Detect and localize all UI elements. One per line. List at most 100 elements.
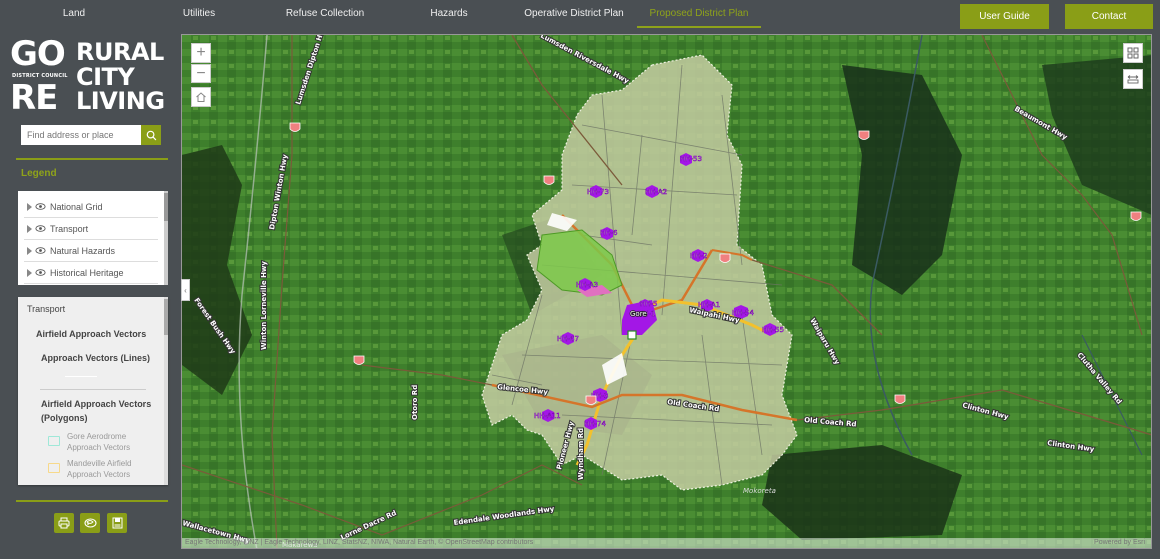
legend-item-label: Gore Aerodrome <box>67 432 127 441</box>
tools-divider <box>16 500 168 502</box>
nav-tab-land[interactable]: Land <box>40 0 108 28</box>
bookmark-icon <box>112 517 122 529</box>
grid-icon <box>1127 47 1139 59</box>
zoom-out-button[interactable]: − <box>191 64 211 83</box>
search-input[interactable] <box>21 125 141 145</box>
eye-icon[interactable] <box>35 203 46 210</box>
collapse-sidebar-button[interactable]: ‹ <box>181 279 190 301</box>
gore-aerodrome-swatch <box>48 436 60 446</box>
hh-label: HH-73 <box>587 188 609 196</box>
highway-shield-icon[interactable] <box>543 175 555 185</box>
print-button[interactable] <box>54 513 74 533</box>
attribution-text: Eagle Technology, LINZ | Eagle Technolog… <box>185 539 534 546</box>
road-label: Wyndham Rd <box>577 428 585 480</box>
user-guide-button[interactable]: User Guide <box>960 4 1049 29</box>
layer-list-scroll-thumb[interactable] <box>164 193 168 221</box>
legend-divider <box>16 158 168 160</box>
layer-label: Natural Hazards <box>50 245 116 256</box>
legend-lines-title: Approach Vectors (Lines) <box>41 353 151 363</box>
highway-shield-icon[interactable] <box>858 130 870 140</box>
nav-tab-hazards[interactable]: Hazards <box>415 0 483 28</box>
expand-icon[interactable] <box>27 268 32 277</box>
legend-group-transport: Transport <box>27 304 66 314</box>
layer-item-transport[interactable]: Transport <box>24 218 158 240</box>
home-icon <box>196 92 206 102</box>
layer-item-natural-hazards[interactable]: Natural Hazards <box>24 240 158 262</box>
zoom-in-button[interactable]: + <box>191 43 211 63</box>
nav-tab-refuse-collection[interactable]: Refuse Collection <box>280 0 370 28</box>
highway-shield-icon[interactable] <box>719 253 731 263</box>
basemap-button[interactable] <box>80 513 100 533</box>
hh-label: HH-55 <box>762 326 784 334</box>
legend-item-label: Approach Vectors <box>67 470 131 479</box>
legend-polygons-title-line2: (Polygons) <box>41 413 88 423</box>
nav-tab-operative-district-plan[interactable]: Operative District Plan <box>522 0 626 28</box>
legend-item-gore-aerodrome: Gore Aerodrome Approach Vectors <box>67 431 130 453</box>
powered-by-esri[interactable]: Powered by Esri <box>1094 538 1145 548</box>
map-view[interactable]: HH-53 HH-73 HH-A2 HH-6 HH-2 HH-A3 HH-5 H… <box>181 34 1152 549</box>
expand-icon[interactable] <box>27 202 32 211</box>
legend-polygons-title-line1: Airfield Approach Vectors <box>41 399 152 409</box>
hh-label: HH-A2 <box>645 188 667 196</box>
search-button[interactable] <box>141 125 161 145</box>
highway-shield-icon[interactable] <box>353 355 365 365</box>
legend-polygons-title: Airfield Approach Vectors (Polygons) <box>41 398 151 425</box>
hh-label: HH-6 <box>600 229 618 237</box>
legend-item-label: Mandeville Airfield <box>67 459 132 468</box>
place-label-gore: Gore <box>630 310 647 318</box>
logo-re: RE <box>10 78 58 118</box>
expand-icon[interactable] <box>27 246 32 255</box>
hh-label: HH-53 <box>680 155 702 163</box>
contact-button[interactable]: Contact <box>1065 4 1153 29</box>
logo-tagline: RURAL CITY LIVING <box>76 40 165 114</box>
hh-label: HH-74 <box>584 420 607 428</box>
highway-shield-icon[interactable] <box>289 122 301 132</box>
place-label-mokoreta: Mokoreta <box>743 487 776 495</box>
eye-icon[interactable] <box>35 225 46 232</box>
eye-icon[interactable] <box>35 247 46 254</box>
airfield-marker[interactable] <box>627 330 637 340</box>
legend-subgroup-airfield: Airfield Approach Vectors <box>36 329 147 339</box>
highway-shield-icon[interactable] <box>1130 211 1142 221</box>
legend-title: Legend <box>21 168 57 179</box>
highway-shield-icon[interactable] <box>894 394 906 404</box>
basemap-icon <box>83 518 97 528</box>
logo-tagline-living: LIVING <box>76 87 165 115</box>
logo-tagline-city: CITY <box>76 62 135 91</box>
top-navigation: Land Utilities Refuse Collection Hazards… <box>0 0 1160 33</box>
hh-label: HH-67 <box>557 335 579 343</box>
measure-button[interactable] <box>1123 69 1143 89</box>
hh-label: HH-A11 <box>534 412 561 420</box>
home-button[interactable] <box>191 87 211 107</box>
gore-district-council-logo: GO DISTRICT COUNCIL RE RURAL CITY LIVING <box>10 34 174 118</box>
logo-tagline-rural: RURAL <box>76 38 164 66</box>
legend-line-swatch <box>65 376 97 377</box>
legend-panel-scroll-thumb[interactable] <box>164 299 168 335</box>
layer-item-historical-heritage[interactable]: Historical Heritage <box>24 262 158 284</box>
map-canvas[interactable]: HH-53 HH-73 HH-A2 HH-6 HH-2 HH-A3 HH-5 H… <box>182 35 1152 549</box>
sidebar: GO DISTRICT COUNCIL RE RURAL CITY LIVING… <box>0 33 180 559</box>
legend-panel: Transport Airfield Approach Vectors Appr… <box>18 297 168 485</box>
legend-separator <box>40 389 146 390</box>
layer-item-national-grid[interactable]: National Grid <box>24 196 158 218</box>
measure-icon <box>1127 75 1139 84</box>
mandeville-airfield-swatch <box>48 463 60 473</box>
search-icon <box>146 130 156 140</box>
legend-item-label: Approach Vectors <box>67 443 131 452</box>
map-attribution: Eagle Technology, LINZ | Eagle Technolog… <box>182 538 1151 548</box>
nav-tab-proposed-district-plan[interactable]: Proposed District Plan <box>637 0 761 28</box>
nav-tab-utilities[interactable]: Utilities <box>165 0 233 28</box>
layer-label: Transport <box>50 223 89 234</box>
hh-label: HH-A3 <box>576 281 598 289</box>
road-label: Otoro Rd <box>411 385 419 420</box>
expand-icon[interactable] <box>27 224 32 233</box>
bookmark-button[interactable] <box>107 513 127 533</box>
logo-go: GO <box>10 34 66 74</box>
hh-label: HH-5 <box>640 300 658 308</box>
highway-shield-icon[interactable] <box>585 395 597 405</box>
window-edge <box>1152 34 1160 549</box>
basemap-gallery-button[interactable] <box>1123 43 1143 63</box>
layer-label: Historical Heritage <box>50 267 124 278</box>
search-box <box>21 125 161 145</box>
eye-icon[interactable] <box>35 269 46 276</box>
